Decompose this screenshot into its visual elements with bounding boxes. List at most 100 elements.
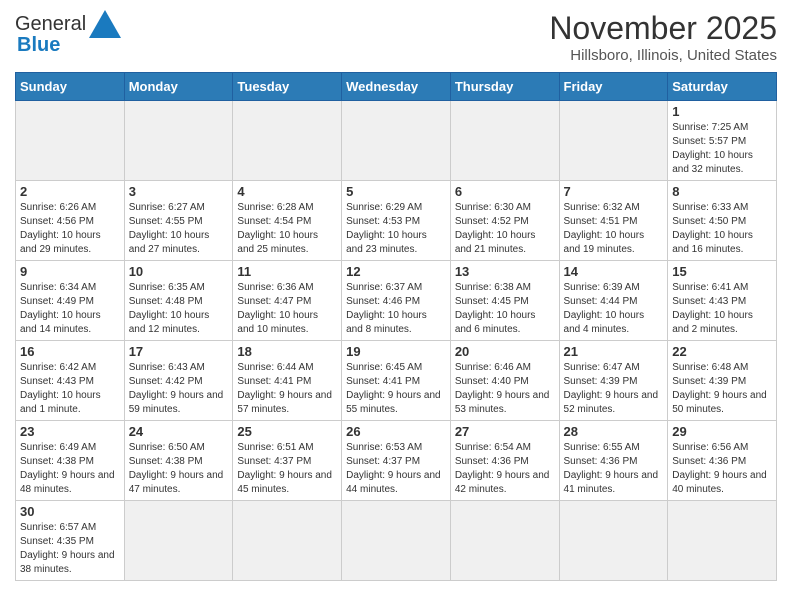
table-row: 7Sunrise: 6:32 AM Sunset: 4:51 PM Daylig… [559, 181, 668, 261]
table-row: 27 Sunrise: 6:54 AM Sunset: 4:36 PM Dayli… [450, 421, 559, 501]
table-row: 14 Sunrise: 6:39 AM Sunset: 4:44 PM Dayli… [559, 261, 668, 341]
day-info: Sunrise: 6:27 AM Sunset: 4:55 PM Dayligh… [129, 201, 229, 257]
day-number: 4 [237, 184, 337, 199]
day-number: 6 [455, 184, 555, 199]
table-row: 2 Sunrise: 6:26 AM Sunset: 4:56 PM Daylig… [16, 181, 125, 261]
day-info: Sunrise: 6:42 AM Sunset: 4:43 PM Dayligh… [20, 361, 120, 417]
table-row: 15 Sunrise: 6:41 AM Sunset: 4:43 PM Dayli… [668, 261, 777, 341]
day-number: 14 [564, 264, 664, 279]
header: General Blue November 2025 Hillsboro, Il… [15, 10, 777, 64]
table-row: 17 Sunrise: 6:43 AM Sunset: 4:42 PM Dayli… [124, 341, 233, 421]
table-row [233, 501, 342, 581]
table-row [124, 501, 233, 581]
day-info: Sunrise: 6:47 AM Sunset: 4:39 PM Dayligh… [564, 361, 664, 417]
table-row [16, 101, 125, 181]
day-info: Sunrise: 6:57 AM Sunset: 4:35 PM Dayligh… [20, 521, 120, 577]
day-number: 29 [672, 424, 772, 439]
day-info: Sunrise: 6:36 AM Sunset: 4:47 PM Dayligh… [237, 281, 337, 337]
day-info: Sunrise: 6:56 AM Sunset: 4:36 PM Dayligh… [672, 441, 772, 497]
day-info: Sunrise: 6:53 AM Sunset: 4:37 PM Dayligh… [346, 441, 446, 497]
day-info: Sunrise: 6:41 AM Sunset: 4:43 PM Dayligh… [672, 281, 772, 337]
day-number: 7 [564, 184, 664, 199]
table-row: 22 Sunrise: 6:48 AM Sunset: 4:39 PM Dayli… [668, 341, 777, 421]
calendar-body: 1 Sunrise: 7:25 AM Sunset: 5:57 PM Daylig… [16, 101, 777, 581]
table-row [559, 101, 668, 181]
table-row: 6Sunrise: 6:30 AM Sunset: 4:52 PM Daylig… [450, 181, 559, 261]
table-row: 28 Sunrise: 6:55 AM Sunset: 4:36 PM Dayli… [559, 421, 668, 501]
day-number: 17 [129, 344, 229, 359]
calendar-header: Sunday Monday Tuesday Wednesday Thursday… [16, 73, 777, 101]
day-info: Sunrise: 6:37 AM Sunset: 4:46 PM Dayligh… [346, 281, 446, 337]
logo-icon [89, 10, 121, 38]
table-row [450, 101, 559, 181]
table-row: 23Sunrise: 6:49 AM Sunset: 4:38 PM Dayli… [16, 421, 125, 501]
day-number: 27 [455, 424, 555, 439]
table-row: 20Sunrise: 6:46 AM Sunset: 4:40 PM Dayli… [450, 341, 559, 421]
day-info: Sunrise: 6:45 AM Sunset: 4:41 PM Dayligh… [346, 361, 446, 417]
calendar-table: Sunday Monday Tuesday Wednesday Thursday… [15, 72, 777, 581]
location-subtitle: Hillsboro, Illinois, United States [549, 47, 777, 64]
day-number: 23 [20, 424, 120, 439]
day-info: Sunrise: 6:35 AM Sunset: 4:48 PM Dayligh… [129, 281, 229, 337]
logo-general-text: General [15, 13, 86, 36]
col-sunday: Sunday [16, 73, 125, 101]
day-info: Sunrise: 6:48 AM Sunset: 4:39 PM Dayligh… [672, 361, 772, 417]
day-info: Sunrise: 6:46 AM Sunset: 4:40 PM Dayligh… [455, 361, 555, 417]
day-number: 1 [672, 104, 772, 119]
day-info: Sunrise: 7:25 AM Sunset: 5:57 PM Dayligh… [672, 121, 772, 177]
table-row [342, 101, 451, 181]
page: General Blue November 2025 Hillsboro, Il… [0, 0, 792, 596]
table-row: 12 Sunrise: 6:37 AM Sunset: 4:46 PM Dayli… [342, 261, 451, 341]
day-info: Sunrise: 6:43 AM Sunset: 4:42 PM Dayligh… [129, 361, 229, 417]
day-info: Sunrise: 6:51 AM Sunset: 4:37 PM Dayligh… [237, 441, 337, 497]
table-row: 25 Sunrise: 6:51 AM Sunset: 4:37 PM Dayli… [233, 421, 342, 501]
table-row: 9Sunrise: 6:34 AM Sunset: 4:49 PM Daylig… [16, 261, 125, 341]
day-number: 2 [20, 184, 120, 199]
table-row: 1 Sunrise: 7:25 AM Sunset: 5:57 PM Daylig… [668, 101, 777, 181]
table-row: 19Sunrise: 6:45 AM Sunset: 4:41 PM Dayli… [342, 341, 451, 421]
day-info: Sunrise: 6:26 AM Sunset: 4:56 PM Dayligh… [20, 201, 120, 257]
col-tuesday: Tuesday [233, 73, 342, 101]
table-row: 21 Sunrise: 6:47 AM Sunset: 4:39 PM Dayli… [559, 341, 668, 421]
col-wednesday: Wednesday [342, 73, 451, 101]
day-number: 30 [20, 504, 120, 519]
day-info: Sunrise: 6:54 AM Sunset: 4:36 PM Dayligh… [455, 441, 555, 497]
day-number: 25 [237, 424, 337, 439]
day-info: Sunrise: 6:39 AM Sunset: 4:44 PM Dayligh… [564, 281, 664, 337]
day-number: 11 [237, 264, 337, 279]
table-row: 26Sunrise: 6:53 AM Sunset: 4:37 PM Dayli… [342, 421, 451, 501]
day-info: Sunrise: 6:28 AM Sunset: 4:54 PM Dayligh… [237, 201, 337, 257]
col-saturday: Saturday [668, 73, 777, 101]
day-number: 28 [564, 424, 664, 439]
table-row: 5 Sunrise: 6:29 AM Sunset: 4:53 PM Daylig… [342, 181, 451, 261]
day-number: 21 [564, 344, 664, 359]
day-number: 16 [20, 344, 120, 359]
day-info: Sunrise: 6:29 AM Sunset: 4:53 PM Dayligh… [346, 201, 446, 257]
day-info: Sunrise: 6:50 AM Sunset: 4:38 PM Dayligh… [129, 441, 229, 497]
col-thursday: Thursday [450, 73, 559, 101]
day-info: Sunrise: 6:44 AM Sunset: 4:41 PM Dayligh… [237, 361, 337, 417]
day-number: 10 [129, 264, 229, 279]
table-row: 13Sunrise: 6:38 AM Sunset: 4:45 PM Dayli… [450, 261, 559, 341]
table-row [233, 101, 342, 181]
day-number: 22 [672, 344, 772, 359]
logo: General Blue [15, 10, 121, 57]
day-number: 15 [672, 264, 772, 279]
day-info: Sunrise: 6:33 AM Sunset: 4:50 PM Dayligh… [672, 201, 772, 257]
month-year-title: November 2025 [549, 10, 777, 47]
table-row: 18 Sunrise: 6:44 AM Sunset: 4:41 PM Dayli… [233, 341, 342, 421]
table-row [450, 501, 559, 581]
table-row [124, 101, 233, 181]
table-row [342, 501, 451, 581]
table-row: 24Sunrise: 6:50 AM Sunset: 4:38 PM Dayli… [124, 421, 233, 501]
day-info: Sunrise: 6:55 AM Sunset: 4:36 PM Dayligh… [564, 441, 664, 497]
table-row: 11 Sunrise: 6:36 AM Sunset: 4:47 PM Dayli… [233, 261, 342, 341]
day-number: 18 [237, 344, 337, 359]
day-number: 12 [346, 264, 446, 279]
day-info: Sunrise: 6:34 AM Sunset: 4:49 PM Dayligh… [20, 281, 120, 337]
table-row [668, 501, 777, 581]
table-row: 10 Sunrise: 6:35 AM Sunset: 4:48 PM Dayli… [124, 261, 233, 341]
day-number: 5 [346, 184, 446, 199]
table-row: 4 Sunrise: 6:28 AM Sunset: 4:54 PM Daylig… [233, 181, 342, 261]
table-row [559, 501, 668, 581]
